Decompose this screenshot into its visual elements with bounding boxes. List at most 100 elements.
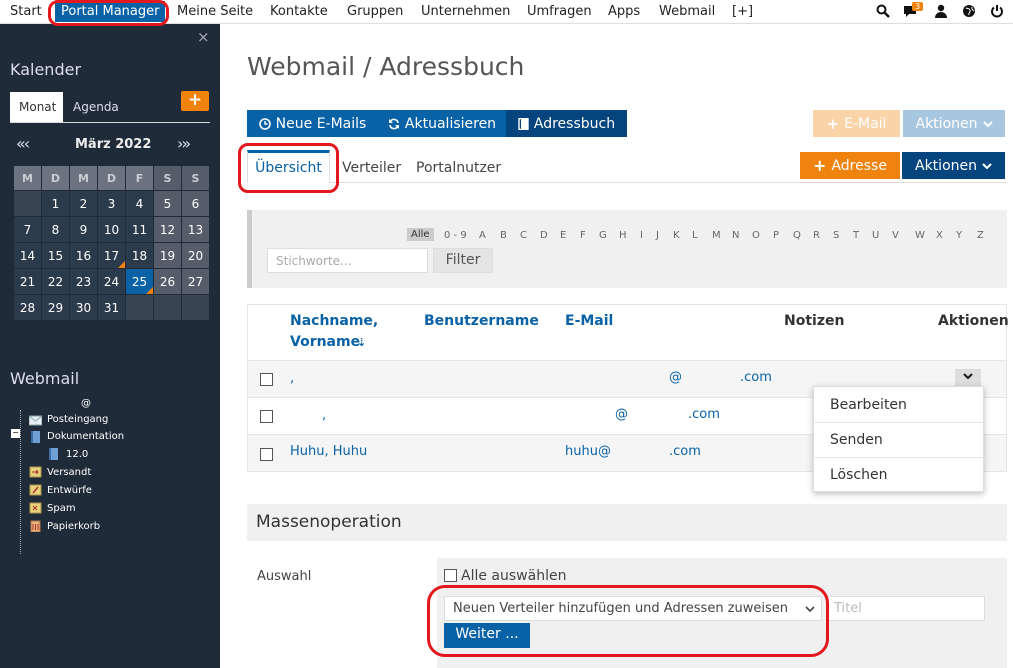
nav-gruppen[interactable]: Gruppen — [347, 4, 403, 19]
alpha-letter[interactable]: U — [872, 230, 879, 241]
calendar-day[interactable]: 5 — [154, 191, 181, 216]
nav-portal-manager[interactable]: Portal Manager — [55, 1, 166, 22]
calendar-day[interactable]: 26 — [154, 269, 181, 294]
alpha-letter[interactable]: A — [479, 230, 486, 241]
nav-start[interactable]: Start — [10, 4, 42, 19]
alpha-letter[interactable]: C — [520, 230, 527, 241]
alpha-letter[interactable]: N — [732, 230, 739, 241]
calendar-day[interactable]: 20 — [182, 243, 209, 268]
calendar-day-today[interactable]: 25 — [126, 269, 153, 294]
tab-uebersicht[interactable]: Übersicht — [247, 150, 330, 183]
calendar-day[interactable]: 3 — [98, 191, 125, 216]
calendar-day[interactable]: 19 — [154, 243, 181, 268]
alpha-letter[interactable]: M — [712, 230, 721, 241]
calendar-day[interactable]: 16 — [70, 243, 97, 268]
menu-loeschen[interactable]: Löschen — [830, 467, 887, 483]
alpha-letter[interactable]: B — [500, 230, 507, 241]
alpha-letter[interactable]: Z — [977, 230, 984, 241]
row-checkbox[interactable] — [260, 410, 273, 423]
alpha-letter[interactable]: Q — [793, 230, 801, 241]
menu-senden[interactable]: Senden — [830, 432, 883, 448]
alpha-letter[interactable]: X — [936, 230, 943, 241]
user-icon[interactable] — [934, 4, 948, 18]
alpha-letter[interactable]: S — [833, 230, 839, 241]
new-mails-button[interactable]: Neue E-Mails — [247, 110, 378, 137]
calendar-day[interactable]: 21 — [14, 269, 41, 294]
calendar-day[interactable]: 14 — [14, 243, 41, 268]
alpha-letter[interactable]: Y — [956, 230, 962, 241]
mass-action-select[interactable]: Neuen Verteiler hinzufügen und Adressen … — [444, 596, 822, 621]
nav-more[interactable]: [+] — [732, 4, 753, 19]
row-checkbox[interactable] — [260, 373, 273, 386]
folder-dokumentation[interactable]: Dokumentation — [47, 431, 124, 442]
row-email-user[interactable]: @ — [615, 407, 628, 422]
titel-input[interactable]: Titel — [827, 596, 985, 621]
calendar-day[interactable]: 11 — [126, 217, 153, 242]
next-month-icon[interactable]: ›» — [177, 134, 191, 153]
alpha-letter[interactable]: V — [892, 230, 899, 241]
tab-monat[interactable]: Monat — [10, 92, 63, 122]
row-email-domain[interactable]: .com — [669, 444, 701, 459]
nav-webmail[interactable]: Webmail — [659, 4, 715, 19]
refresh-button[interactable]: Aktualisieren — [378, 110, 506, 137]
calendar-day[interactable]: 6 — [182, 191, 209, 216]
alpha-letter[interactable]: I — [640, 230, 643, 241]
nav-meine-seite[interactable]: Meine Seite — [177, 4, 253, 19]
search-icon[interactable] — [876, 4, 890, 18]
row-name[interactable]: , — [322, 408, 326, 423]
add-event-button[interactable]: + — [181, 91, 209, 111]
alpha-letter[interactable]: O — [752, 230, 760, 241]
alpha-letter[interactable]: G — [599, 230, 607, 241]
row-checkbox[interactable] — [260, 448, 273, 461]
folder-papierkorb[interactable]: Papierkorb — [47, 521, 100, 532]
alpha-all[interactable]: Alle — [407, 228, 434, 241]
keyword-input[interactable]: Stichworte... — [267, 248, 428, 273]
select-all-checkbox[interactable] — [444, 569, 457, 582]
nav-kontakte[interactable]: Kontakte — [270, 4, 328, 19]
col-email[interactable]: E-Mail — [565, 313, 613, 329]
row-email-domain[interactable]: .com — [688, 407, 720, 422]
alpha-letter[interactable]: 0 - 9 — [444, 230, 467, 241]
calendar-day[interactable]: 1 — [42, 191, 69, 216]
menu-bearbeiten[interactable]: Bearbeiten — [830, 397, 907, 413]
calendar-day[interactable]: 4 — [126, 191, 153, 216]
calendar-day[interactable]: 23 — [70, 269, 97, 294]
col-username[interactable]: Benutzername — [424, 313, 539, 329]
select-all-label[interactable]: Alle auswählen — [461, 568, 566, 584]
calendar-day[interactable]: 10 — [98, 217, 125, 242]
collapse-icon[interactable]: − — [11, 429, 20, 438]
sort-arrow-icon[interactable]: ⇣ — [357, 336, 366, 349]
calendar-day[interactable]: 27 — [182, 269, 209, 294]
alpha-letter[interactable]: L — [692, 230, 698, 241]
calendar-day[interactable]: 18 — [126, 243, 153, 268]
prev-month-icon[interactable]: «‹ — [16, 134, 30, 153]
calendar-day[interactable]: 22 — [42, 269, 69, 294]
alpha-letter[interactable]: J — [656, 230, 659, 241]
calendar-day[interactable]: 30 — [70, 295, 97, 320]
alpha-letter[interactable]: R — [813, 230, 820, 241]
nav-unternehmen[interactable]: Unternehmen — [421, 4, 510, 19]
nav-apps[interactable]: Apps — [608, 4, 640, 19]
tab-verteiler[interactable]: Verteiler — [342, 160, 401, 176]
calendar-day[interactable]: 15 — [42, 243, 69, 268]
alpha-letter[interactable]: F — [580, 230, 586, 241]
calendar-day[interactable]: 13 — [182, 217, 209, 242]
folder-entwuerfe[interactable]: Entwürfe — [47, 485, 92, 496]
calendar-day[interactable]: 8 — [42, 217, 69, 242]
row-name[interactable]: , — [290, 371, 294, 386]
calendar-day[interactable]: 28 — [14, 295, 41, 320]
mail-account[interactable]: @ — [81, 398, 91, 409]
alpha-letter[interactable]: T — [853, 230, 859, 241]
alpha-letter[interactable]: W — [915, 230, 925, 241]
new-email-button[interactable]: + E-Mail — [813, 110, 900, 137]
row-name[interactable]: Huhu, Huhu — [290, 444, 367, 459]
folder-versandt[interactable]: Versandt — [47, 467, 91, 478]
nav-umfragen[interactable]: Umfragen — [527, 4, 592, 19]
filter-button[interactable]: Filter — [433, 248, 493, 273]
row-email-domain[interactable]: .com — [740, 370, 772, 385]
calendar-day[interactable]: 9 — [70, 217, 97, 242]
close-icon[interactable]: × — [197, 28, 210, 46]
folder-posteingang[interactable]: Posteingang — [47, 414, 108, 425]
calendar-day[interactable]: 29 — [42, 295, 69, 320]
actions-top-button[interactable]: Aktionen — [903, 110, 1005, 137]
